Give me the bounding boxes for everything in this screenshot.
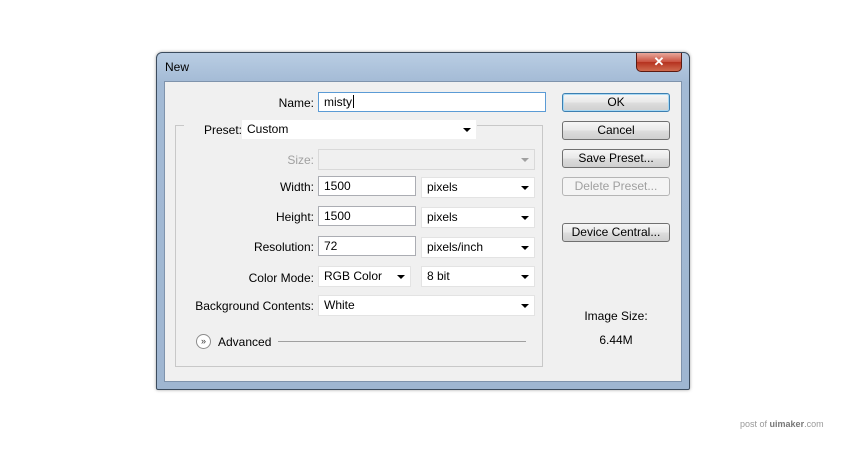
resolution-label: Resolution: <box>253 240 314 254</box>
height-input[interactable]: 1500 <box>318 206 416 226</box>
preset-label: Preset: <box>184 123 242 137</box>
watermark-brand: uimaker <box>769 419 805 429</box>
bit-depth-select[interactable]: 8 bit <box>421 266 535 287</box>
bit-depth-value: 8 bit <box>427 269 450 283</box>
resolution-value: 72 <box>324 239 338 253</box>
watermark-suffix: .com <box>804 419 824 429</box>
text-caret <box>353 95 354 108</box>
ok-button[interactable]: OK <box>562 93 670 112</box>
image-size-value: 6.44M <box>599 333 633 347</box>
chevron-down-icon <box>397 275 405 279</box>
width-unit-select[interactable]: pixels <box>421 177 535 198</box>
chevron-down-icon <box>521 186 529 190</box>
delete-preset-button: Delete Preset... <box>562 177 670 196</box>
cancel-button[interactable]: Cancel <box>562 121 670 140</box>
chevron-down-icon <box>521 275 529 279</box>
background-contents-label: Background Contents: <box>195 299 314 313</box>
name-value: misty <box>324 95 352 109</box>
height-label: Height: <box>275 210 314 224</box>
chevron-double-down-icon[interactable]: » <box>196 334 211 349</box>
color-mode-select[interactable]: RGB Color <box>318 266 411 287</box>
width-label: Width: <box>279 180 314 194</box>
advanced-divider <box>278 341 526 342</box>
chevron-down-icon <box>463 128 471 132</box>
height-unit-value: pixels <box>427 210 458 224</box>
color-mode-label: Color Mode: <box>248 271 314 285</box>
name-label: Name: <box>278 96 314 110</box>
close-icon: ✕ <box>653 54 665 69</box>
width-unit-value: pixels <box>427 180 458 194</box>
preset-value: Custom <box>247 122 289 136</box>
preset-select[interactable]: Custom <box>241 119 477 140</box>
chevron-down-icon <box>521 304 529 308</box>
height-unit-select[interactable]: pixels <box>421 207 535 228</box>
watermark-prefix: post of <box>740 419 768 429</box>
watermark: post of uimaker.com <box>740 419 824 429</box>
background-contents-select[interactable]: White <box>318 295 535 316</box>
resolution-input[interactable]: 72 <box>318 236 416 256</box>
width-input[interactable]: 1500 <box>318 176 416 196</box>
name-input[interactable]: misty <box>318 92 546 112</box>
size-label: Size: <box>287 153 314 167</box>
advanced-toggle[interactable]: Advanced <box>218 335 271 349</box>
save-preset-button[interactable]: Save Preset... <box>562 149 670 168</box>
height-value: 1500 <box>324 209 351 223</box>
width-value: 1500 <box>324 179 351 193</box>
chevron-down-icon <box>521 158 529 162</box>
chevron-down-icon <box>521 246 529 250</box>
color-mode-value: RGB Color <box>324 269 383 283</box>
image-size-label: Image Size: <box>584 309 648 323</box>
device-central-button[interactable]: Device Central... <box>562 223 670 242</box>
resolution-unit-value: pixels/inch <box>427 240 484 254</box>
resolution-unit-select[interactable]: pixels/inch <box>421 237 535 258</box>
close-button[interactable]: ✕ <box>636 53 682 72</box>
dialog-title: New <box>165 60 190 74</box>
background-contents-value: White <box>324 298 355 312</box>
size-select <box>318 149 535 170</box>
chevron-down-icon <box>521 216 529 220</box>
